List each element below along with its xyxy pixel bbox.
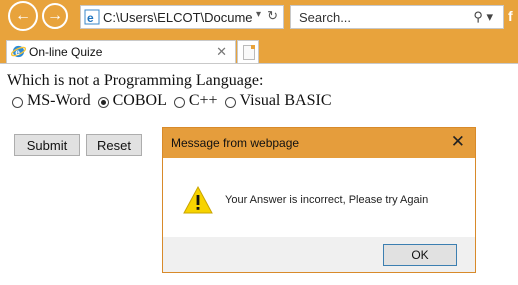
reset-button[interactable]: Reset	[86, 134, 142, 156]
browser-toolbar: ← → e C:\Users\ELCOT\Docume ▾ ↻ Search..…	[0, 0, 518, 36]
refresh-icon[interactable]: ↻	[267, 8, 278, 24]
radio-cobol[interactable]	[97, 96, 109, 108]
tab-label: On-line Quize	[29, 45, 103, 59]
search-box[interactable]: Search... ⚲ ▾	[290, 5, 504, 29]
svg-text:e: e	[15, 47, 20, 57]
answer-options: MS-Word COBOL C++ Visual BASIC	[6, 92, 333, 110]
dialog-title: Message from webpage	[171, 136, 300, 150]
radio-visual-basic[interactable]	[224, 96, 236, 108]
back-button[interactable]: ←	[8, 1, 38, 31]
option-label: MS-Word	[27, 92, 91, 109]
ok-button[interactable]: OK	[383, 244, 457, 266]
ie-page-icon: e	[84, 9, 100, 25]
new-tab-icon	[243, 45, 255, 60]
radio-cpp[interactable]	[173, 96, 185, 108]
radio-ms-word[interactable]	[12, 96, 23, 108]
option-label: C++	[188, 92, 218, 109]
dialog-footer: OK	[163, 237, 475, 272]
option-label: COBOL	[112, 92, 167, 109]
dialog-title-bar: Message from webpage ✕	[163, 128, 475, 158]
address-dropdown-icon[interactable]: ▾	[256, 9, 261, 20]
address-text: C:\Users\ELCOT\Docume	[103, 9, 253, 25]
option-label: Visual BASIC	[239, 92, 332, 109]
address-bar[interactable]: e C:\Users\ELCOT\Docume ▾ ↻	[80, 5, 284, 29]
question-text: Which is not a Programming Language:	[7, 72, 264, 89]
svg-text:e: e	[87, 11, 94, 25]
ie-logo-icon: e	[11, 45, 26, 58]
search-icon[interactable]: ⚲ ▾	[473, 9, 493, 25]
home-icon[interactable]: f	[508, 8, 513, 24]
tab-online-quiz[interactable]: e On-line Quize ✕	[6, 40, 236, 63]
dialog-close-icon[interactable]: ✕	[451, 132, 465, 152]
new-tab-button[interactable]	[237, 40, 259, 63]
forward-button[interactable]: →	[42, 3, 68, 29]
search-placeholder: Search...	[299, 9, 352, 25]
close-tab-icon[interactable]: ✕	[216, 44, 227, 60]
alert-dialog: Message from webpage ✕ Your Answer is in…	[162, 127, 476, 273]
warning-icon	[183, 185, 213, 214]
dialog-message: Your Answer is incorrect, Please try Aga…	[225, 194, 429, 206]
submit-button[interactable]: Submit	[14, 134, 80, 156]
